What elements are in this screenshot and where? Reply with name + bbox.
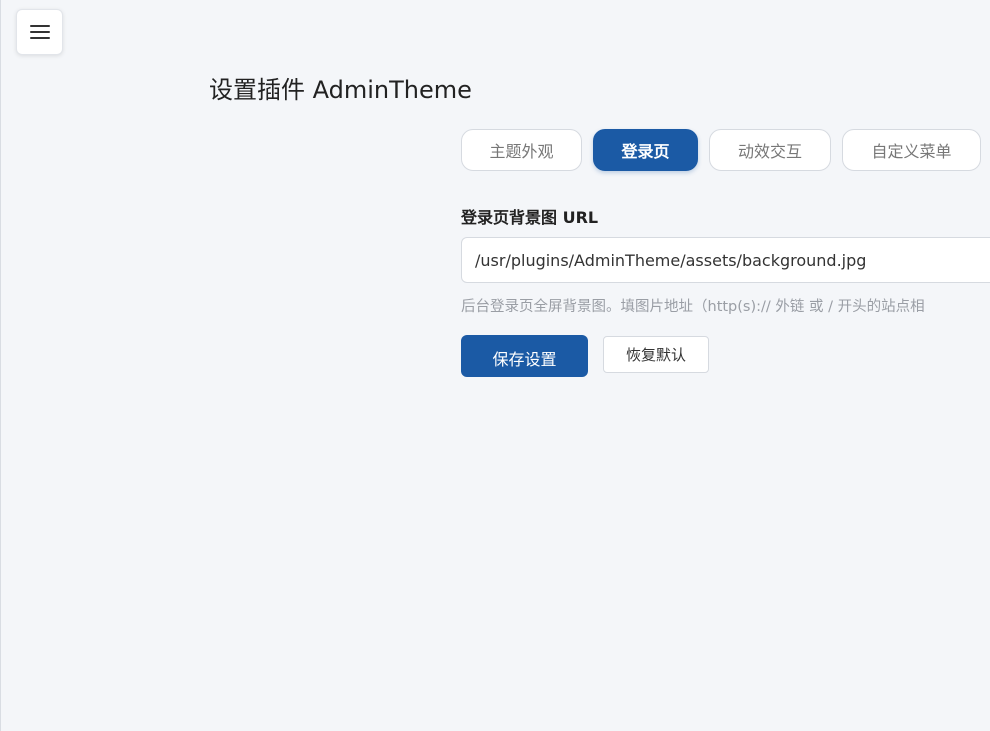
- settings-tabs: 主题外观 登录页 动效交互 自定义菜单: [461, 129, 981, 171]
- restore-defaults-button[interactable]: 恢复默认: [603, 336, 709, 373]
- save-settings-button[interactable]: 保存设置: [461, 335, 588, 377]
- background-url-label: 登录页背景图 URL: [461, 208, 599, 227]
- tab-animation-interaction[interactable]: 动效交互: [709, 129, 831, 171]
- tab-login-page[interactable]: 登录页: [593, 129, 698, 171]
- tab-custom-menu[interactable]: 自定义菜单: [842, 129, 981, 171]
- page-title: 设置插件 AdminTheme: [209, 76, 472, 104]
- background-url-input[interactable]: [461, 237, 990, 283]
- page-left-border: [0, 0, 1, 731]
- tab-theme-appearance[interactable]: 主题外观: [461, 129, 582, 171]
- background-url-hint: 后台登录页全屏背景图。填图片地址（http(s):// 外链 或 / 开头的站点…: [461, 299, 925, 315]
- menu-toggle-button[interactable]: [16, 9, 63, 55]
- hamburger-menu-icon: [29, 25, 50, 39]
